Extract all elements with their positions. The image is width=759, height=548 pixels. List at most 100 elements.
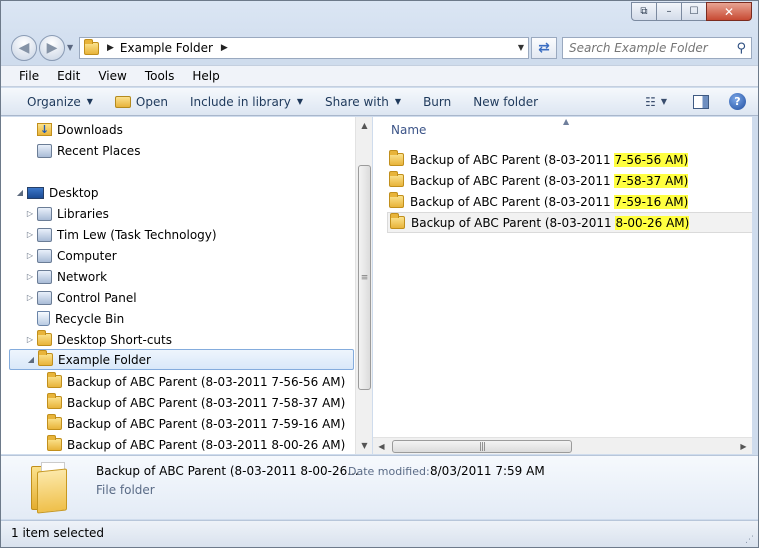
organize-button[interactable]: Organize ▼ bbox=[27, 95, 93, 109]
tree-item-example-folder[interactable]: ◢ Example Folder bbox=[9, 349, 354, 370]
file-row[interactable]: Backup of ABC Parent (8-03-2011 7-59-16 … bbox=[389, 191, 689, 212]
folder-icon bbox=[47, 414, 62, 430]
breadcrumb-chevron-icon[interactable]: ▶ bbox=[107, 43, 114, 53]
refresh-button[interactable]: ⇄ bbox=[531, 37, 557, 59]
title-bar: ⧉ – ☐ ✕ bbox=[1, 1, 758, 29]
tree-item-user[interactable]: ▷ Tim Lew (Task Technology) bbox=[25, 224, 217, 245]
tree-item-downloads[interactable]: ↓ Downloads bbox=[25, 119, 123, 140]
include-in-library-button[interactable]: Include in library ▼ bbox=[190, 95, 303, 109]
scroll-left-arrow-icon[interactable]: ◀ bbox=[373, 438, 390, 455]
address-history-dropdown[interactable]: ▼ bbox=[518, 43, 524, 52]
tree-item-libraries[interactable]: ▷ Libraries bbox=[25, 203, 109, 224]
command-bar: Organize ▼ Open Include in library ▼ Sha… bbox=[1, 88, 758, 116]
minimize-button[interactable]: – bbox=[656, 2, 682, 21]
file-list-pane: ▲ Name Backup of ABC Parent (8-03-2011 7… bbox=[373, 117, 752, 437]
file-name: Backup of ABC Parent (8-03-2011 7-59-16 … bbox=[410, 194, 689, 209]
search-box[interactable]: ⚲ bbox=[562, 37, 752, 59]
new-folder-button[interactable]: New folder bbox=[473, 95, 538, 109]
highlighted-time: 7-58-37 AM) bbox=[614, 173, 689, 188]
menu-view[interactable]: View bbox=[87, 69, 133, 83]
menu-edit[interactable]: Edit bbox=[46, 69, 87, 83]
expand-arrow-icon[interactable]: ▷ bbox=[25, 293, 35, 302]
burn-label: Burn bbox=[423, 94, 452, 109]
caption-buttons: ⧉ – ☐ ✕ bbox=[631, 2, 752, 21]
scroll-up-arrow-icon[interactable]: ▲ bbox=[356, 117, 373, 134]
share-label: Share with bbox=[325, 94, 389, 109]
folder-icon bbox=[389, 150, 404, 166]
breadcrumb-example-folder[interactable]: Example Folder bbox=[120, 41, 213, 55]
menu-file[interactable]: File bbox=[1, 69, 46, 83]
expand-arrow-icon[interactable]: ▷ bbox=[25, 230, 35, 239]
change-view-icon[interactable]: ☷ bbox=[645, 95, 656, 109]
network-icon bbox=[37, 269, 52, 284]
file-row-selected[interactable]: Backup of ABC Parent (8-03-2011 8-00-26 … bbox=[387, 212, 752, 233]
folder-icon bbox=[390, 213, 405, 229]
file-name-prefix: Backup of ABC Parent (8-03-2011 bbox=[410, 194, 615, 209]
open-button[interactable]: Open bbox=[114, 95, 168, 109]
tree-item-desktop[interactable]: ◢ Desktop bbox=[15, 182, 99, 203]
tree-item-label: Control Panel bbox=[57, 290, 137, 305]
file-row[interactable]: Backup of ABC Parent (8-03-2011 7-58-37 … bbox=[389, 170, 689, 191]
recycle-bin-icon bbox=[37, 311, 50, 326]
tree-item-label: Recycle Bin bbox=[55, 311, 125, 326]
view-options-dropdown[interactable]: ▼ bbox=[661, 97, 667, 106]
collapse-arrow-icon[interactable]: ◢ bbox=[26, 355, 36, 364]
chevron-down-icon: ▼ bbox=[86, 97, 93, 106]
libraries-icon bbox=[37, 206, 52, 221]
resize-grip-icon[interactable]: ⋰ bbox=[745, 535, 754, 545]
status-text: 1 item selected bbox=[11, 526, 105, 540]
tree-item-recent-places[interactable]: Recent Places bbox=[25, 140, 140, 161]
scrollbar-thumb[interactable]: ||| bbox=[392, 440, 572, 453]
tree-item-backup-4[interactable]: Backup of ABC Parent (8-03-2011 8-00-26 … bbox=[35, 434, 345, 454]
tree-item-computer[interactable]: ▷ Computer bbox=[25, 245, 117, 266]
menu-help[interactable]: Help bbox=[181, 69, 226, 83]
file-name-prefix: Backup of ABC Parent (8-03-2011 bbox=[410, 173, 615, 188]
help-icon[interactable]: ? bbox=[729, 93, 746, 110]
recent-pages-dropdown[interactable]: ▼ bbox=[67, 43, 73, 52]
tree-item-label: Backup of ABC Parent (8-03-2011 7-58-37 … bbox=[67, 395, 346, 410]
file-list-horizontal-scrollbar[interactable]: ◀ ||| ▶ bbox=[373, 437, 752, 454]
file-row[interactable]: Backup of ABC Parent (8-03-2011 7-56-56 … bbox=[389, 149, 689, 170]
breadcrumb-chevron-icon[interactable]: ▶ bbox=[221, 43, 228, 53]
maximize-button[interactable]: ☐ bbox=[681, 2, 707, 21]
expand-arrow-icon[interactable]: ▷ bbox=[25, 335, 35, 344]
column-header-name[interactable]: Name bbox=[391, 123, 426, 137]
back-button[interactable]: ◀ bbox=[11, 35, 37, 61]
file-name: Backup of ABC Parent (8-03-2011 7-56-56 … bbox=[410, 152, 689, 167]
navigation-pane: ↓ Downloads Recent Places ◢ Desktop ▷ Li… bbox=[1, 117, 372, 454]
explorer-window: ⧉ – ☐ ✕ ◀ ▶ ▼ ▶ Example Folder ▶ ▼ ⇄ ⚲ F… bbox=[0, 0, 759, 548]
details-item-name: Backup of ABC Parent (8-03-2011 8-00-26.… bbox=[96, 464, 359, 478]
tree-item-backup-2[interactable]: Backup of ABC Parent (8-03-2011 7-58-37 … bbox=[35, 392, 345, 413]
tree-item-recycle-bin[interactable]: Recycle Bin bbox=[25, 308, 124, 329]
back-arrow-icon: ◀ bbox=[18, 40, 30, 56]
file-name-prefix: Backup of ABC Parent (8-03-2011 bbox=[410, 152, 615, 167]
tree-item-network[interactable]: ▷ Network bbox=[25, 266, 107, 287]
expand-arrow-icon[interactable]: ▷ bbox=[25, 209, 35, 218]
new-folder-label: New folder bbox=[473, 94, 539, 109]
expand-arrow-icon[interactable]: ▷ bbox=[25, 251, 35, 260]
expand-arrow-icon[interactable]: ▷ bbox=[25, 272, 35, 281]
close-button[interactable]: ✕ bbox=[706, 2, 752, 21]
preview-pane-icon[interactable] bbox=[693, 94, 709, 109]
menu-tools[interactable]: Tools bbox=[134, 69, 182, 83]
organize-label: Organize bbox=[27, 94, 81, 109]
search-icon[interactable]: ⚲ bbox=[736, 41, 746, 56]
tree-item-backup-3[interactable]: Backup of ABC Parent (8-03-2011 7-59-16 … bbox=[35, 413, 345, 434]
folder-icon bbox=[47, 372, 62, 388]
navigation-pane-scrollbar[interactable]: ▲ ≡ ▼ bbox=[355, 117, 372, 454]
search-input[interactable] bbox=[569, 41, 729, 55]
scroll-right-arrow-icon[interactable]: ▶ bbox=[735, 438, 752, 455]
highlighted-time: 7-59-16 AM) bbox=[614, 194, 689, 209]
expand-arrow-icon[interactable]: ◢ bbox=[15, 188, 25, 197]
address-bar[interactable]: ▶ Example Folder ▶ ▼ bbox=[79, 37, 529, 59]
tree-item-control-panel[interactable]: ▷ Control Panel bbox=[25, 287, 137, 308]
scrollbar-thumb[interactable]: ≡ bbox=[358, 165, 371, 390]
file-name: Backup of ABC Parent (8-03-2011 7-58-37 … bbox=[410, 173, 689, 188]
tree-item-backup-1[interactable]: Backup of ABC Parent (8-03-2011 7-56-56 … bbox=[35, 371, 345, 392]
restore-down-button[interactable]: ⧉ bbox=[631, 2, 657, 21]
burn-button[interactable]: Burn bbox=[423, 95, 451, 109]
share-with-button[interactable]: Share with ▼ bbox=[325, 95, 401, 109]
scroll-down-arrow-icon[interactable]: ▼ bbox=[356, 437, 373, 454]
forward-button[interactable]: ▶ bbox=[39, 35, 65, 61]
tree-item-desktop-shortcuts[interactable]: ▷ Desktop Short-cuts bbox=[25, 329, 172, 350]
